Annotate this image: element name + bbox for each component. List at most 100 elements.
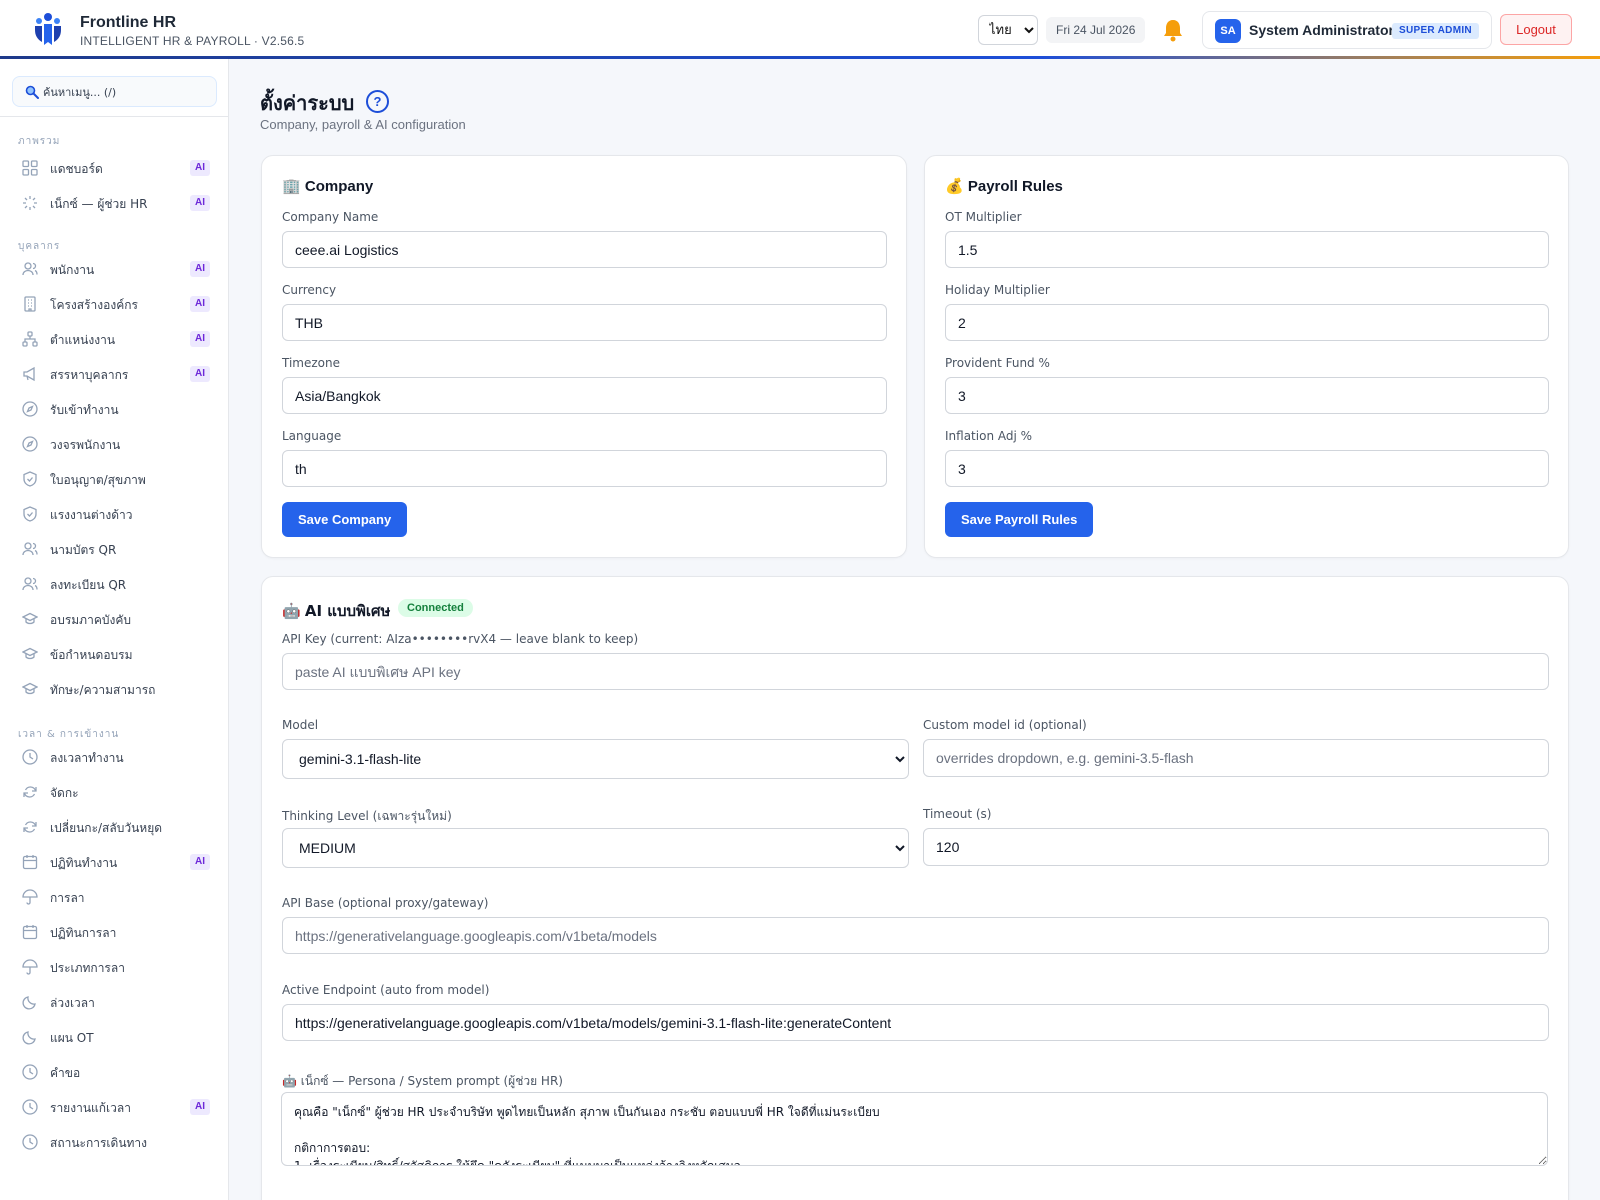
sidebar-item[interactable]: สรรหาบุคลากร AI — [10, 358, 216, 390]
ai-badge: AI — [190, 1099, 210, 1115]
timeout-input[interactable] — [923, 828, 1549, 866]
sidebar: ภาพรวม บุคลากร เวลา & การเข้างาน แดชบอร์… — [0, 59, 229, 1200]
inflation-adj-label: Inflation Adj % — [945, 429, 1033, 443]
menu-search[interactable] — [12, 76, 217, 107]
ai-badge: AI — [190, 854, 210, 870]
inflation-adj-input[interactable] — [945, 450, 1549, 487]
sidebar-item-label: โครงสร้างองค์กร — [50, 298, 138, 312]
megaphone-icon — [23, 366, 35, 382]
moon-icon — [22, 1031, 36, 1045]
top-header: Frontline HR INTELLIGENT HR & PAYROLL · … — [0, 0, 1600, 58]
api-base-input[interactable] — [282, 917, 1549, 954]
provident-fund-input[interactable] — [945, 377, 1549, 414]
help-icon[interactable]: ? — [366, 90, 389, 113]
save-company-button[interactable]: Save Company — [282, 502, 408, 537]
custom-model-label: Custom model id (optional) — [923, 718, 1087, 732]
connection-status-badge: Connected — [398, 599, 473, 617]
sidebar-item-label: ลงทะเบียน QR — [50, 578, 127, 592]
sidebar-item[interactable]: แผน OT — [10, 1021, 216, 1053]
active-endpoint-input[interactable] — [282, 1004, 1549, 1041]
graduation-cap-icon — [22, 682, 38, 695]
umbrella-icon — [22, 889, 38, 905]
sidebar-item-label: จัดกะ — [50, 786, 79, 800]
robot-icon: 🤖 — [282, 603, 301, 620]
save-payroll-button[interactable]: Save Payroll Rules — [945, 502, 1094, 537]
sidebar-item[interactable]: ประเภทการลา — [10, 951, 216, 983]
menu-search-input[interactable] — [43, 81, 211, 103]
bell-icon[interactable] — [1162, 18, 1184, 42]
sidebar-item[interactable]: ลงเวลาทำงาน — [10, 741, 216, 773]
sidebar-item[interactable]: จัดกะ — [10, 776, 216, 808]
sidebar-item-label: แดชบอร์ด — [50, 162, 103, 176]
holiday-multiplier-input[interactable] — [945, 304, 1549, 341]
section-label-time: เวลา & การเข้างาน — [18, 729, 120, 740]
currency-input[interactable] — [282, 304, 887, 341]
sidebar-item-label: เน็กซ์ — ผู้ช่วย HR — [50, 197, 148, 211]
model-select[interactable]: gemini-3.1-flash-lite — [282, 739, 909, 779]
sidebar-item[interactable]: ใบอนุญาต/สุขภาพ — [10, 463, 216, 495]
timezone-input[interactable] — [282, 377, 887, 414]
sidebar-item[interactable]: วงจรพนักงาน — [10, 428, 216, 460]
logout-button[interactable]: Logout — [1500, 14, 1572, 45]
sidebar-item[interactable]: ปฏิทินการลา — [10, 916, 216, 948]
sidebar-item[interactable]: นามบัตร QR — [10, 533, 216, 565]
sidebar-divider — [0, 116, 228, 117]
custom-model-input[interactable] — [923, 739, 1549, 777]
sidebar-item[interactable]: ทักษะ/ความสามารถ — [10, 673, 216, 705]
currency-label: Currency — [282, 283, 337, 297]
model-label: Model — [282, 718, 319, 732]
sidebar-item[interactable]: พนักงาน AI — [10, 253, 216, 285]
shield-icon — [23, 506, 37, 522]
sidebar-item-label: แรงงานต่างด้าว — [50, 508, 133, 522]
sidebar-item[interactable]: เปลี่ยนกะ/สลับวันหยุด — [10, 811, 216, 843]
language-select[interactable]: ไทย — [978, 15, 1038, 45]
org-chart-icon — [22, 331, 38, 347]
sidebar-item[interactable]: การลา — [10, 881, 216, 913]
sidebar-item-label: รายงานแก้เวลา — [50, 1101, 131, 1115]
thinking-level-label: Thinking Level (เฉพาะรุ่นใหม่) — [282, 809, 452, 823]
language-label: Language — [282, 429, 342, 443]
sidebar-item[interactable]: ลงทะเบียน QR — [10, 568, 216, 600]
moon-icon — [22, 996, 36, 1010]
sidebar-item-label: ข้อกำหนดอบรม — [50, 648, 133, 662]
sidebar-item[interactable]: อบรมภาคบังคับ — [10, 603, 216, 635]
clock-icon — [22, 1064, 38, 1080]
language-input[interactable] — [282, 450, 887, 487]
sidebar-item-label: ทักษะ/ความสามารถ — [50, 683, 156, 697]
sidebar-item-label: เปลี่ยนกะ/สลับวันหยุด — [50, 821, 163, 835]
users-icon — [22, 262, 38, 276]
users-icon — [22, 577, 38, 591]
thinking-level-select[interactable]: MEDIUM — [282, 828, 909, 868]
company-name-label: Company Name — [282, 210, 379, 224]
sidebar-item-label: วงจรพนักงาน — [50, 438, 121, 452]
persona-prompt-textarea[interactable]: คุณคือ "เน็กซ์" ผู้ช่วย HR ประจำบริษัท พ… — [281, 1092, 1548, 1166]
sidebar-item[interactable]: เน็กซ์ — ผู้ช่วย HR AI — [10, 187, 216, 219]
sidebar-item[interactable]: รับเข้าทำงาน — [10, 393, 216, 425]
sidebar-item[interactable]: โครงสร้างองค์กร AI — [10, 288, 216, 320]
umbrella-icon — [22, 959, 38, 975]
sidebar-item[interactable]: แดชบอร์ด AI — [10, 152, 216, 184]
sidebar-item-label: สถานะการเดินทาง — [50, 1136, 148, 1150]
sidebar-item[interactable]: ข้อกำหนดอบรม — [10, 638, 216, 670]
header-accent-line — [0, 56, 1600, 59]
api-key-input[interactable] — [282, 653, 1549, 690]
sidebar-item-label: แผน OT — [50, 1031, 94, 1045]
building-icon — [24, 296, 36, 312]
role-badge: SUPER ADMIN — [1392, 23, 1479, 39]
sidebar-item[interactable]: คำขอ — [10, 1056, 216, 1088]
sidebar-item[interactable]: ตำแหน่งงาน AI — [10, 323, 216, 355]
app-subtitle: INTELLIGENT HR & PAYROLL · V2.56.5 — [80, 34, 305, 48]
calendar-icon — [22, 925, 38, 940]
sidebar-item[interactable]: สถานะการเดินทาง — [10, 1126, 216, 1158]
sidebar-item[interactable]: รายงานแก้เวลา AI — [10, 1091, 216, 1123]
ot-multiplier-input[interactable] — [945, 231, 1549, 268]
sidebar-item[interactable]: แรงงานต่างด้าว — [10, 498, 216, 530]
user-menu[interactable]: SA System Administrator SUPER ADMIN — [1202, 11, 1492, 49]
sidebar-item[interactable]: ปฏิทินทำงาน AI — [10, 846, 216, 878]
payroll-title-text: Payroll Rules — [967, 178, 1063, 195]
company-name-input[interactable] — [282, 231, 887, 268]
sidebar-item-label: ปฏิทินทำงาน — [50, 856, 118, 870]
office-building-icon: 🏢 — [282, 178, 301, 195]
sidebar-item-label: ล่วงเวลา — [50, 996, 95, 1010]
sidebar-item[interactable]: ล่วงเวลา — [10, 986, 216, 1018]
